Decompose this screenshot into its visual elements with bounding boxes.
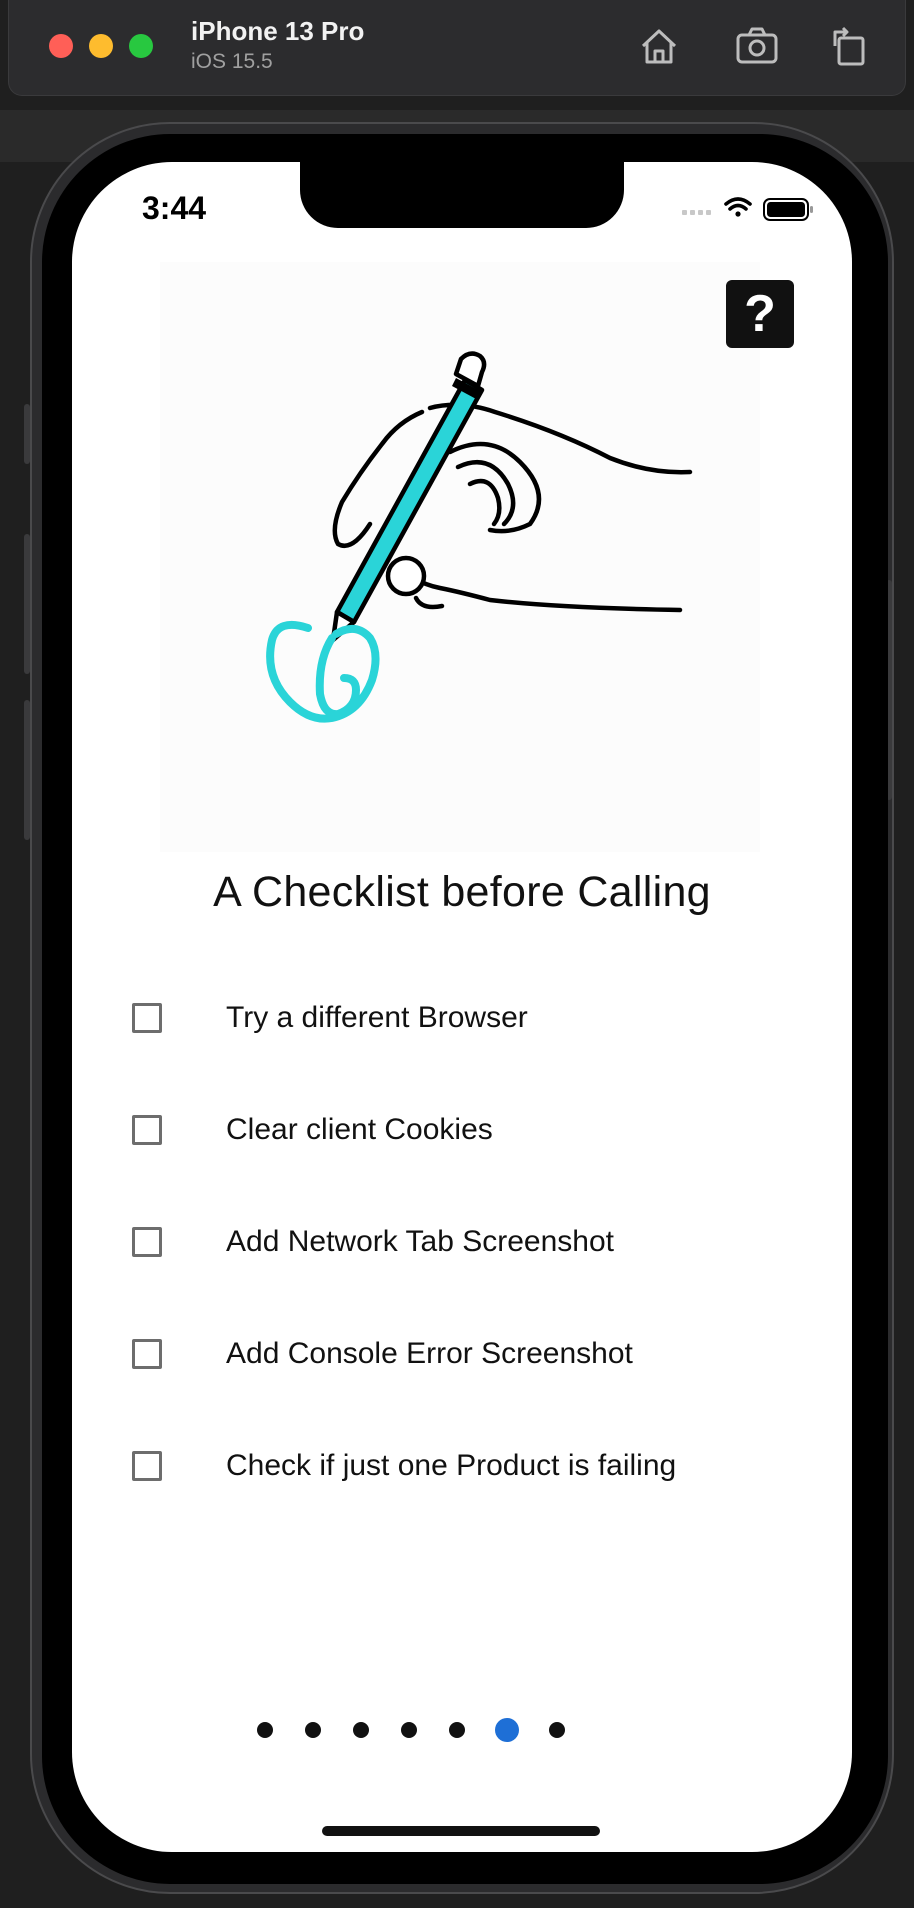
godaddy-logo-icon bbox=[266, 621, 380, 723]
page-dot[interactable] bbox=[305, 1722, 321, 1738]
checklist-item-label: Add Network Tab Screenshot bbox=[226, 1225, 614, 1258]
checklist-item-label: Clear client Cookies bbox=[226, 1113, 493, 1146]
zoom-window-button[interactable] bbox=[129, 34, 153, 58]
page-dot[interactable] bbox=[449, 1722, 465, 1738]
checkbox[interactable] bbox=[132, 1339, 162, 1369]
checkbox[interactable] bbox=[132, 1451, 162, 1481]
checklist-item[interactable]: Try a different Browser bbox=[132, 988, 528, 1048]
signal-icon bbox=[682, 210, 711, 215]
simulator-title-bar: iPhone 13 Pro iOS 15.5 bbox=[8, 0, 906, 96]
device-name: iPhone 13 Pro bbox=[191, 16, 365, 46]
page-dot[interactable] bbox=[401, 1722, 417, 1738]
hand-illustration-svg bbox=[266, 351, 693, 723]
notch bbox=[300, 162, 624, 228]
volume-down-button bbox=[24, 700, 30, 840]
checkbox[interactable] bbox=[132, 1115, 162, 1145]
status-icons-svg bbox=[682, 197, 813, 221]
page-indicator[interactable] bbox=[72, 1710, 852, 1750]
checklist-item[interactable]: Clear client Cookies bbox=[132, 1100, 493, 1160]
checklist-item[interactable]: Add Network Tab Screenshot bbox=[132, 1212, 614, 1272]
page-dot[interactable] bbox=[549, 1722, 565, 1738]
status-icons bbox=[680, 192, 820, 226]
home-indicator[interactable] bbox=[322, 1826, 600, 1836]
home-icon[interactable] bbox=[635, 22, 683, 70]
device-screen: 3:44 ? A Checklist before Calling Try a … bbox=[72, 162, 852, 1852]
checklist-item-label: Add Console Error Screenshot bbox=[226, 1337, 633, 1370]
page-dot[interactable] bbox=[257, 1722, 273, 1738]
page-title: A Checklist before Calling bbox=[213, 868, 711, 916]
help-button[interactable]: ? bbox=[726, 280, 794, 348]
checkbox[interactable] bbox=[132, 1227, 162, 1257]
page-dot-active[interactable] bbox=[495, 1718, 519, 1742]
screenshot-icon[interactable] bbox=[733, 22, 781, 70]
checklist-item-label: Try a different Browser bbox=[226, 1001, 528, 1034]
close-window-button[interactable] bbox=[49, 34, 73, 58]
os-version: iOS 15.5 bbox=[191, 50, 273, 73]
volume-up-button bbox=[24, 534, 30, 674]
pencil-icon bbox=[330, 351, 487, 643]
checkbox[interactable] bbox=[132, 1003, 162, 1033]
checklist-item[interactable]: Check if just one Product is failing bbox=[132, 1436, 676, 1496]
battery-icon bbox=[763, 198, 813, 221]
status-time: 3:44 bbox=[142, 190, 207, 226]
wifi-icon bbox=[724, 197, 752, 217]
page-dot[interactable] bbox=[353, 1722, 369, 1738]
checklist-item[interactable]: Add Console Error Screenshot bbox=[132, 1324, 633, 1384]
rotate-icon[interactable] bbox=[825, 22, 873, 70]
silent-switch bbox=[24, 404, 30, 464]
minimize-window-button[interactable] bbox=[89, 34, 113, 58]
hand-writing-illustration bbox=[160, 262, 760, 852]
checklist-item-label: Check if just one Product is failing bbox=[226, 1449, 677, 1482]
